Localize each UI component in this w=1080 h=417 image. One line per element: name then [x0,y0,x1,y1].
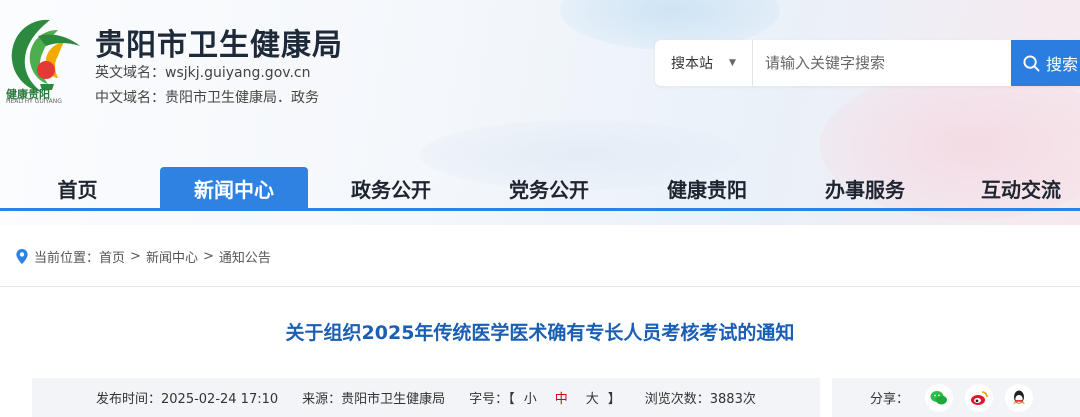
search-icon [1023,54,1040,72]
breadcrumb-notices[interactable]: 通知公告 [219,247,271,266]
nav-item-healthy-guiyang[interactable]: 健康贵阳 [632,167,782,210]
view-count: 浏览次数：3883次 [644,392,756,407]
article-meta: 发布时间：2025-02-24 17:10 来源：贵阳市卫生健康局 字号：【小中… [32,378,820,417]
search-input[interactable] [753,40,1011,86]
caret-down-icon: ▼ [729,58,736,68]
main-nav: 首页 新闻中心 政务公开 党务公开 健康贵阳 办事服务 互动交流 [0,167,1080,210]
publish-time: 发布时间：2025-02-24 17:10 [96,392,279,407]
font-size-large[interactable]: 大 [586,392,599,407]
site-title: 贵阳市卫生健康局 [95,28,343,63]
breadcrumb-separator: > [202,249,214,264]
nav-item-interaction[interactable]: 互动交流 [946,167,1080,210]
wechat-icon[interactable] [925,383,954,412]
weibo-icon[interactable] [965,383,994,412]
breadcrumb-separator: > [130,249,141,264]
search-box: 搜本站 ▼ 搜索 [655,40,1080,86]
location-pin-icon [16,249,28,264]
breadcrumb: 当前位置： 首页 > 新闻中心 > 通知公告 [0,225,1080,287]
nav-item-services[interactable]: 办事服务 [790,167,940,210]
nav-item-government[interactable]: 政务公开 [316,167,466,210]
share-label: 分享： [870,392,910,407]
nav-item-home[interactable]: 首页 [0,167,155,210]
chinese-domain: 中文域名：贵阳市卫生健康局．政务 [95,90,319,106]
logo-subtext: HEALTHY GUIYANG [6,98,62,105]
article-title: 关于组织2025年传统医学医术确有专长人员考核考试的通知 [285,322,795,344]
breadcrumb-prefix: 当前位置： [34,251,100,266]
search-button-label: 搜索 [1046,55,1079,74]
nav-underline [0,208,1080,211]
share-bar: 分享： [832,378,1080,417]
breadcrumb-news[interactable]: 新闻中心 [146,247,198,266]
qq-icon[interactable] [1005,383,1034,412]
font-size-control: 字号：【小中大】 [469,392,621,407]
font-size-label: 字号： [469,392,509,407]
search-button[interactable]: 搜索 [1011,40,1080,86]
site-header: 健康贵阳 HEALTHY GUIYANG 贵阳市卫生健康局 英文域名：wsjkj… [0,0,1080,225]
nav-item-news[interactable]: 新闻中心 [160,167,308,210]
font-size-small[interactable]: 小 [524,392,537,407]
nav-item-party[interactable]: 党务公开 [474,167,624,210]
english-domain: 英文域名：wsjkj.guiyang.gov.cn [95,65,311,81]
search-scope-label: 搜本站 [671,56,714,72]
font-size-medium[interactable]: 中 [555,392,568,407]
search-scope-select[interactable]: 搜本站 ▼ [655,40,753,86]
breadcrumb-home[interactable]: 首页 [99,247,125,266]
article-source: 来源：贵阳市卫生健康局 [302,392,446,407]
